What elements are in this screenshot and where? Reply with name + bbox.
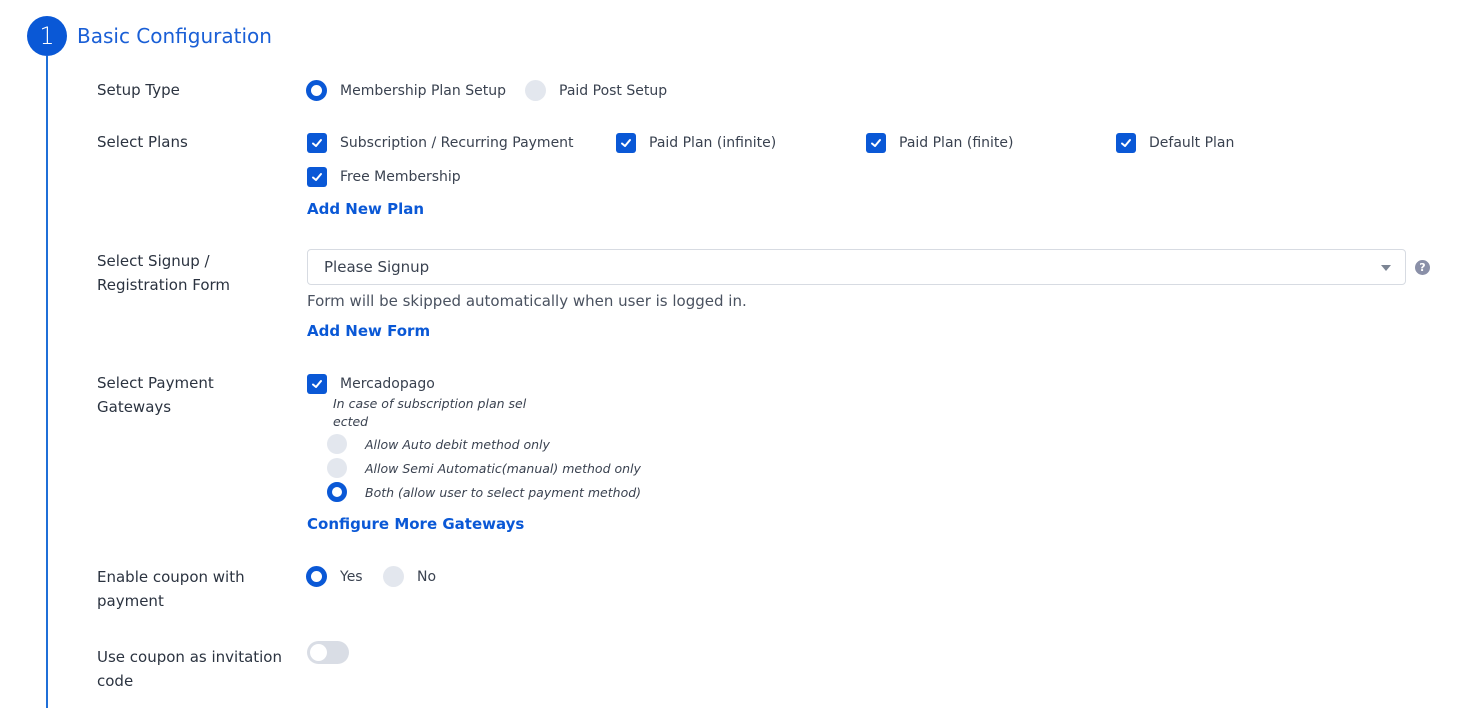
note-line: In case of subscription plan sel — [333, 396, 527, 411]
checkbox-free-membership[interactable]: Free Membership — [307, 167, 461, 187]
section-title: Basic Configuration — [77, 24, 272, 48]
radio-unselected-icon — [327, 458, 347, 478]
radio-unselected-icon — [383, 566, 404, 587]
checkbox-default-plan[interactable]: Default Plan — [1116, 133, 1234, 153]
checkbox-label: Paid Plan (finite) — [899, 135, 1014, 151]
setup-type-label: Setup Type — [97, 81, 180, 99]
subscription-note: In case of subscription plan sel ected — [333, 395, 526, 431]
radio-label: Paid Post Setup — [559, 82, 668, 99]
label-line: Registration Form — [97, 276, 231, 294]
toggle-knob — [310, 644, 327, 661]
select-value: Please Signup — [324, 258, 430, 276]
radio-unselected-icon — [327, 434, 347, 454]
add-new-form-link[interactable]: Add New Form — [307, 322, 430, 340]
radio-coupon-yes[interactable]: Yes — [306, 566, 363, 587]
signup-form-hint: Form will be skipped automatically when … — [307, 292, 747, 310]
radio-label: No — [417, 568, 437, 585]
checkbox-label: Mercadopago — [340, 376, 435, 392]
radio-semi-automatic[interactable]: Allow Semi Automatic(manual) method only — [327, 458, 641, 478]
label-line: Gateways — [97, 398, 172, 416]
checkbox-label: Free Membership — [340, 169, 461, 185]
checkbox-checked-icon — [307, 167, 327, 187]
label-line: payment — [97, 592, 164, 610]
enable-coupon-label: Enable coupon with payment — [97, 565, 287, 613]
invitation-code-toggle[interactable] — [307, 641, 349, 664]
checkbox-paid-plan-infinite[interactable]: Paid Plan (infinite) — [616, 133, 776, 153]
radio-selected-icon — [306, 80, 327, 101]
label-line: Use coupon as invitation — [97, 648, 282, 666]
checkbox-checked-icon — [1116, 133, 1136, 153]
invitation-code-label: Use coupon as invitation code — [97, 645, 287, 693]
radio-both-methods[interactable]: Both (allow user to select payment metho… — [327, 482, 641, 502]
label-line: Enable coupon with — [97, 568, 245, 586]
checkbox-checked-icon — [307, 374, 327, 394]
checkbox-subscription-recurring[interactable]: Subscription / Recurring Payment — [307, 133, 574, 153]
select-plans-label: Select Plans — [97, 133, 188, 151]
radio-coupon-no[interactable]: No — [383, 566, 436, 587]
radio-label: Allow Semi Automatic(manual) method only — [365, 460, 641, 476]
radio-auto-debit[interactable]: Allow Auto debit method only — [327, 434, 550, 454]
note-line: ected — [333, 414, 369, 429]
label-line: Select Signup / — [97, 252, 210, 270]
checkbox-checked-icon — [866, 133, 886, 153]
checkbox-checked-icon — [616, 133, 636, 153]
label-line: code — [97, 672, 134, 690]
label-line: Select Payment — [97, 374, 214, 392]
checkbox-checked-icon — [307, 133, 327, 153]
checkbox-label: Default Plan — [1149, 135, 1235, 151]
radio-label: Allow Auto debit method only — [365, 436, 550, 452]
checkbox-paid-plan-finite[interactable]: Paid Plan (finite) — [866, 133, 1013, 153]
checkbox-label: Paid Plan (infinite) — [649, 135, 777, 151]
checkbox-mercadopago[interactable]: Mercadopago — [307, 374, 435, 394]
signup-form-label: Select Signup / Registration Form — [97, 249, 287, 297]
add-new-plan-link[interactable]: Add New Plan — [307, 200, 424, 218]
checkbox-label: Subscription / Recurring Payment — [340, 135, 574, 151]
step-connector-line — [46, 56, 48, 708]
radio-label: Yes — [340, 568, 363, 585]
payment-gateways-label: Select Payment Gateways — [97, 371, 287, 419]
radio-unselected-icon — [525, 80, 546, 101]
radio-selected-icon — [327, 482, 347, 502]
radio-paid-post-setup[interactable]: Paid Post Setup — [525, 80, 667, 101]
signup-form-select[interactable]: Please Signup — [307, 249, 1406, 285]
radio-selected-icon — [306, 566, 327, 587]
radio-label: Membership Plan Setup — [340, 82, 506, 99]
radio-label: Both (allow user to select payment metho… — [365, 484, 642, 500]
configure-more-gateways-link[interactable]: Configure More Gateways — [307, 515, 524, 533]
radio-membership-plan-setup[interactable]: Membership Plan Setup — [306, 80, 506, 101]
chevron-down-icon — [1381, 265, 1391, 271]
step-number-badge: 1 — [27, 16, 67, 56]
question-icon[interactable]: ? — [1415, 260, 1430, 275]
